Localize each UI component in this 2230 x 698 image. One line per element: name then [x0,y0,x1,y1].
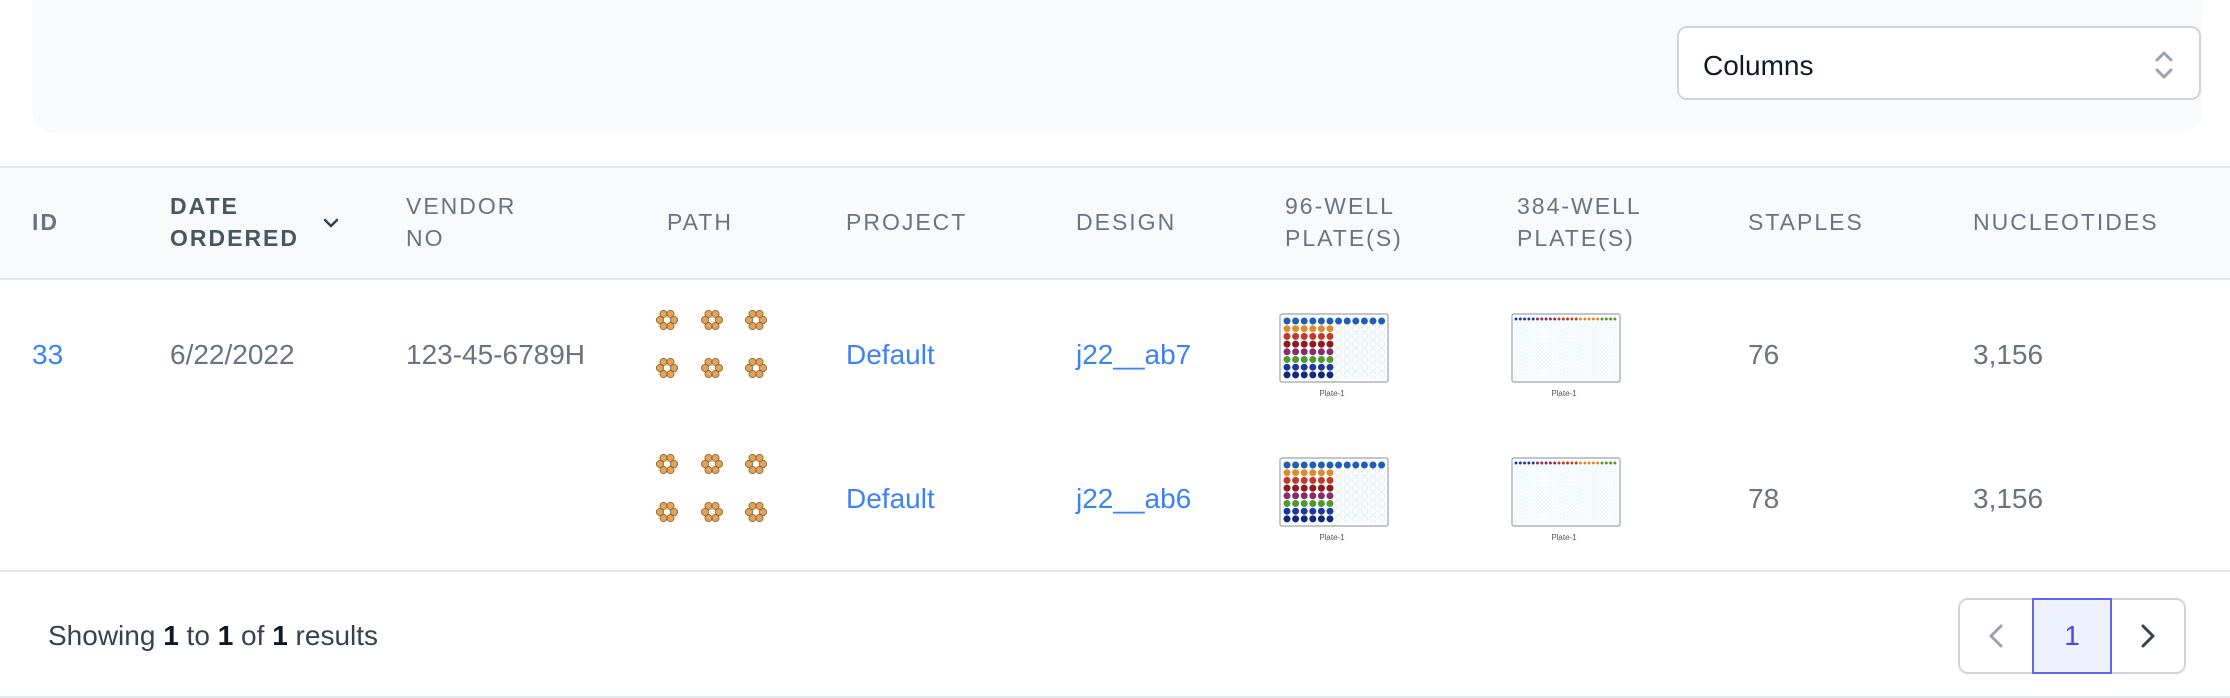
summary-text: Showing [48,620,156,651]
columns-select[interactable]: Columns [1677,26,2201,100]
column-header-date-ordered[interactable]: DATE ORDERED [170,190,299,254]
nucleotides-count: 3,156 [1973,339,2044,370]
summary-text: of [241,620,265,651]
results-summary: Showing 1 to 1 of 1 results [48,620,378,652]
sort-descending-icon[interactable] [322,216,340,230]
summary-text: to [186,620,210,651]
header-line: VENDOR [406,193,517,219]
header-line: NO [406,225,445,251]
column-header-384-well-plates[interactable]: 384-WELL PLATE(S) [1517,190,1642,254]
summary-text: results [295,620,379,651]
table-footer: Showing 1 to 1 of 1 results 1 [0,570,2230,698]
384-well-plate-thumbnail[interactable]: Plate-1 [1506,452,1626,542]
table-toolbar: Columns [32,0,2202,133]
column-header-nucleotides[interactable]: NUCLEOTIDES [1973,206,2159,238]
column-header-project[interactable]: PROJECT [846,206,967,238]
date-ordered: 6/22/2022 [170,339,295,370]
96-well-plate-thumbnail[interactable]: Plate-1 [1274,452,1394,542]
project-link[interactable]: Default [846,338,935,372]
column-header-vendor-no[interactable]: VENDOR NO [406,190,516,254]
project-link[interactable]: Default [846,482,935,516]
plate-label: Plate-1 [1551,533,1577,542]
column-header-id[interactable]: ID [32,206,59,238]
table-header: ID DATE ORDERED VENDOR NO PATH PROJECT D… [0,166,2230,280]
staples-count: 78 [1748,483,1780,514]
path-thumbnail-icon[interactable] [652,306,772,386]
summary-total: 1 [272,620,288,651]
staples-count: 76 [1748,339,1780,370]
header-line: PLATE(S) [1517,225,1635,251]
header-line: ORDERED [170,225,300,251]
path-thumbnail-icon[interactable] [652,450,772,530]
selector-icon [2155,51,2173,79]
pagination: 1 [1958,598,2186,674]
header-line: DATE [170,193,239,219]
vendor-number: 123-45-6789H [406,339,586,370]
header-line: 384-WELL [1517,193,1642,219]
nucleotides-count: 3,156 [1973,483,2044,514]
384-well-plate-thumbnail[interactable]: Plate-1 [1506,308,1626,398]
column-header-path[interactable]: PATH [667,206,733,238]
order-id-link[interactable]: 33 [32,338,63,372]
header-line: 96-WELL [1285,193,1395,219]
column-header-design[interactable]: DESIGN [1076,206,1176,238]
column-header-96-well-plates[interactable]: 96-WELL PLATE(S) [1285,190,1403,254]
chevron-right-icon[interactable] [2112,600,2184,672]
page-button-current[interactable]: 1 [2032,598,2112,674]
design-link[interactable]: j22__ab6 [1076,482,1191,516]
plate-label: Plate-1 [1319,533,1345,542]
design-link[interactable]: j22__ab7 [1076,338,1191,372]
96-well-plate-thumbnail[interactable]: Plate-1 [1274,308,1394,398]
summary-to: 1 [217,620,234,651]
header-line: PLATE(S) [1285,225,1403,251]
column-header-staples[interactable]: STAPLES [1748,206,1864,238]
summary-from: 1 [163,620,179,651]
plate-label: Plate-1 [1551,389,1577,398]
columns-select-label: Columns [1703,50,1814,81]
chevron-left-icon[interactable] [1960,600,2032,672]
plate-label: Plate-1 [1319,389,1345,398]
